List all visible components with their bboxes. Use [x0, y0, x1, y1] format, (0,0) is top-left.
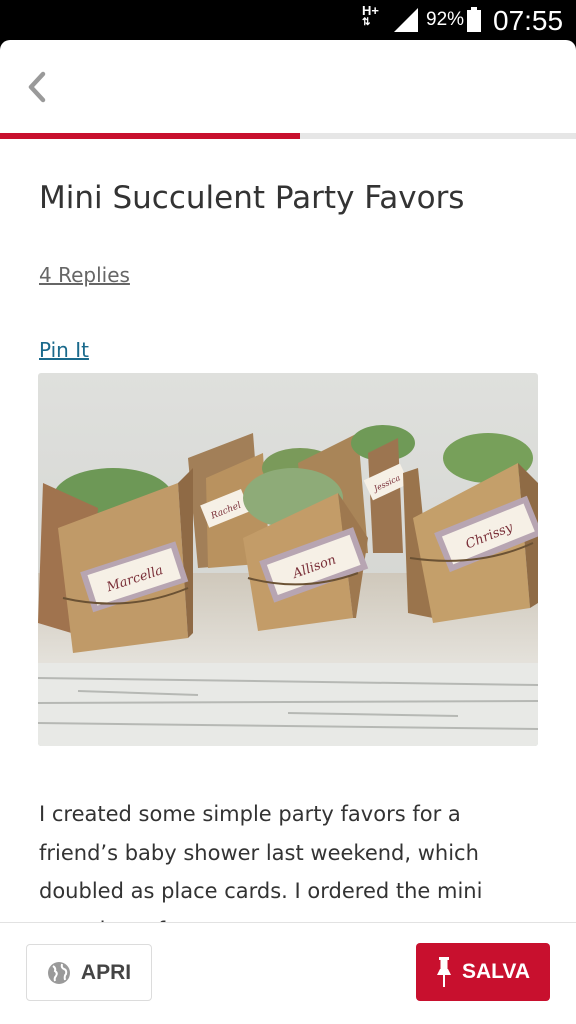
data-arrows-icon: ⇅: [362, 17, 371, 28]
article-sheet: Mini Succulent Party Favors 4 Replies Pi…: [0, 40, 576, 1024]
globe-icon: [47, 961, 70, 984]
open-button[interactable]: APRI: [26, 944, 152, 1001]
battery-percent: 92%: [426, 9, 465, 30]
article-photo[interactable]: Marcella Rachel Allison Jessica Chrissy: [38, 373, 538, 746]
save-button-label: SALVA: [461, 960, 531, 983]
article-title: Mini Succulent Party Favors: [39, 180, 465, 216]
battery-icon: [467, 7, 481, 32]
back-button[interactable]: [20, 67, 54, 107]
chevron-left-icon: [28, 71, 46, 103]
clock: 07:55: [493, 5, 564, 36]
bottom-action-bar: APRI SALVA: [0, 922, 576, 1024]
succulent-favors-image: Marcella Rachel Allison Jessica Chrissy: [38, 373, 538, 746]
reading-progress-fill: [0, 133, 300, 139]
replies-link[interactable]: 4 Replies: [39, 263, 130, 287]
network-indicator: H+ ⇅: [362, 4, 379, 29]
save-button[interactable]: SALVA: [416, 943, 550, 1001]
network-type: H+: [362, 3, 379, 18]
reading-progress-bar: [0, 133, 576, 139]
status-bar: H+ ⇅ 92% 07:55: [0, 0, 576, 40]
pushpin-icon: [436, 957, 451, 987]
signal-icon: [394, 8, 418, 32]
pin-it-link[interactable]: Pin It: [39, 338, 89, 362]
open-button-label: APRI: [80, 960, 132, 984]
